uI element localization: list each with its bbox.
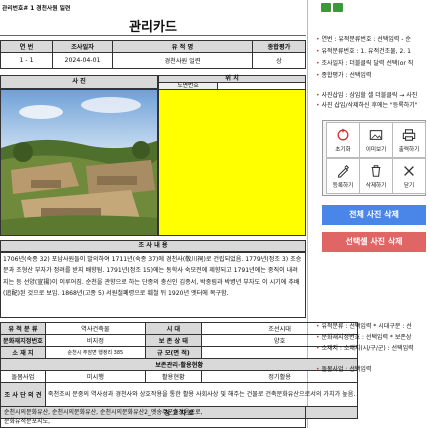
close-icon bbox=[404, 165, 414, 176]
lock-icon bbox=[321, 3, 331, 12]
record-site-name[interactable]: 경천사원 일련 bbox=[112, 52, 253, 69]
label-address: 소 재 지 bbox=[0, 346, 46, 359]
bullet-icon: • bbox=[316, 366, 320, 373]
value-address[interactable]: 순천시 주암면 행정리 385 bbox=[44, 346, 146, 359]
note-7: • 유적분류 : 선택입력 * 시대구분 : 선 bbox=[316, 323, 412, 330]
reset-icon bbox=[337, 128, 349, 140]
record-date[interactable]: 2024-04-01 bbox=[52, 52, 113, 69]
opinion-label: 조 사 단 의 견 bbox=[0, 382, 46, 407]
record-no[interactable]: 1 - 1 bbox=[0, 52, 53, 69]
bullet-icon: • bbox=[316, 102, 320, 109]
location-map[interactable] bbox=[158, 89, 306, 236]
reset-button[interactable]: 초기화 bbox=[326, 122, 360, 158]
register-button[interactable]: 등록하기 bbox=[326, 158, 360, 194]
record-grade[interactable]: 상 bbox=[252, 52, 306, 69]
col-header-date: 조사일자 bbox=[52, 40, 113, 53]
bullet-icon: • bbox=[316, 345, 320, 352]
bullet-icon: • bbox=[316, 92, 320, 99]
value-designation[interactable]: 비지정 bbox=[44, 334, 146, 347]
opinion-text[interactable]: 죽천조씨 문중의 역사성과 경천사와 상호작용을 통한 활용 사회사상 및 해주… bbox=[44, 382, 359, 407]
delete-all-photos-button[interactable]: 전체 사진 삭제 bbox=[322, 205, 426, 225]
print-button[interactable]: 출력하기 bbox=[392, 122, 426, 158]
card-title: 관리카드 bbox=[129, 20, 177, 35]
bullet-icon: • bbox=[316, 72, 320, 79]
details-table: 유 적 분 류 역사건축물 시 대 조선시대 문화재지정번호 비지정 보 존 상… bbox=[0, 322, 359, 419]
bullet-icon: • bbox=[316, 334, 320, 341]
preservation-label: 보존관리·활용현황 bbox=[0, 358, 359, 371]
note-3: • 조사일자 : 더블클릭 달력 선택(or 직 bbox=[316, 60, 414, 67]
bullet-icon: • bbox=[316, 36, 320, 43]
record-caption: 관리번호# 1 경천사원 일련 bbox=[2, 6, 71, 12]
label-designation: 문화재지정번호 bbox=[0, 334, 46, 347]
photo-label: 사 진 bbox=[0, 75, 158, 89]
label-scale: 규 모(면 적) bbox=[144, 346, 202, 359]
image-view-button[interactable]: 이미보기 bbox=[359, 122, 393, 158]
care-value[interactable]: 미시행 bbox=[44, 370, 146, 383]
label-era: 시 대 bbox=[144, 322, 202, 335]
bullet-icon: • bbox=[316, 323, 320, 330]
note-10: • 돌봄사업 : 선택입력 bbox=[316, 366, 372, 373]
record-table: 연 번 조사일자 유 적 명 종합평가 1 - 1 2024-04-01 경천사… bbox=[0, 40, 306, 69]
col-header-site: 유 적 명 bbox=[112, 40, 253, 53]
note-9: • 소재지 : 소재지(시/구/군) : 선택입력 bbox=[316, 345, 414, 352]
image-view-icon bbox=[369, 129, 383, 140]
close-button[interactable]: 닫기 bbox=[392, 158, 426, 194]
lock-icon bbox=[333, 3, 343, 12]
print-icon bbox=[402, 128, 416, 141]
use-label: 활용현황 bbox=[144, 370, 202, 383]
survey-text[interactable]: 1706년(숙종 32) 포남사원들이 발의하여 1711년(숙종 37)에 경… bbox=[0, 252, 306, 318]
screen: { "topbar": {"caption": "관리번호# 1 경천사원 일련… bbox=[0, 0, 428, 428]
col-header-no: 연 번 bbox=[0, 40, 53, 53]
col-header-grade: 종합평가 bbox=[252, 40, 306, 53]
register-icon bbox=[338, 164, 349, 178]
note-6: • 사진 삽입/삭제하신 후에는 "등록하기" bbox=[316, 102, 418, 109]
delete-icon bbox=[371, 164, 381, 177]
care-label: 돌봄사업 bbox=[0, 370, 46, 383]
card-header-bar: 관리번호# 1 경천사원 일련 관리카드 bbox=[0, 0, 306, 36]
delete-button[interactable]: 삭제하기 bbox=[359, 158, 393, 194]
bullet-icon: • bbox=[316, 48, 320, 55]
note-4: • 종합평가 : 선택입력 bbox=[316, 72, 372, 79]
bullet-icon: • bbox=[316, 60, 320, 67]
survey-label: 조 사 내 용 bbox=[0, 240, 306, 252]
note-8: • 문화재지정번호 : 선택입력 * 보존상 bbox=[316, 334, 412, 341]
label-condition: 보 존 상 태 bbox=[144, 334, 202, 347]
value-site-class[interactable]: 역사건축물 bbox=[44, 322, 146, 335]
note-5: • 사진삽입 : 삼입할 셀 더블클릭 → 사진 bbox=[316, 92, 418, 99]
delete-selected-photo-button[interactable]: 선택셀 사진 삭제 bbox=[322, 232, 426, 252]
reference-text[interactable]: 순천시의문화유산, 순천시의문화유산, 순천시의문화유산2_엣송주군출장음으로,… bbox=[0, 406, 306, 428]
site-photo-image bbox=[1, 90, 157, 235]
note-1: • 연번 : 유적분류번호 : 선택입력 - 순 bbox=[316, 36, 411, 43]
label-site-class: 유 적 분 류 bbox=[0, 322, 46, 335]
note-2: • 유적분류번호 : 1. 유적건조물, 2. 1 bbox=[316, 48, 411, 55]
site-photo[interactable] bbox=[0, 89, 158, 236]
